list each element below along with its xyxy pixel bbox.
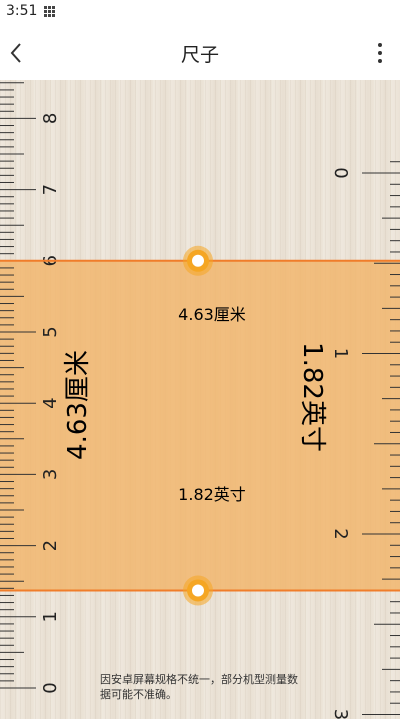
cm-tick-label: 5 <box>40 326 61 337</box>
inch-measure-label: 1.82英寸 <box>178 485 246 504</box>
cm-tick-label: 3 <box>40 469 61 480</box>
ruler-svg[interactable]: 012345678 0123 4.63厘米 1.82英寸 4.63厘米 1.82… <box>0 80 400 719</box>
bottom-drag-handle[interactable] <box>183 575 213 606</box>
inch-tick-label: 2 <box>330 528 351 539</box>
cm-tick-label: 0 <box>40 682 61 693</box>
cm-vertical-label: 4.63厘米 <box>63 350 93 460</box>
cm-tick-label: 1 <box>40 611 61 622</box>
status-time: 3:51 <box>6 3 38 19</box>
grid-icon <box>44 6 56 18</box>
cm-measure-label: 4.63厘米 <box>178 305 246 324</box>
cm-tick-label: 7 <box>40 184 61 195</box>
cm-tick-label: 2 <box>40 540 61 551</box>
top-drag-handle[interactable] <box>183 245 213 276</box>
app-bar: 尺子 <box>0 26 400 80</box>
page-title: 尺子 <box>180 44 219 66</box>
inch-tick-label: 0 <box>330 167 351 178</box>
ruler-canvas[interactable]: 012345678 0123 4.63厘米 1.82英寸 4.63厘米 1.82… <box>0 80 400 719</box>
inch-vertical-label: 1.82英寸 <box>297 342 327 452</box>
cm-tick-label: 4 <box>40 397 61 408</box>
more-menu-button[interactable] <box>368 38 392 68</box>
status-bar: 3:51 <box>0 0 400 26</box>
disclaimer-text: 因安卓屏幕规格不统一，部分机型测量数据可能不准确。 <box>100 673 298 701</box>
inch-tick-label: 1 <box>330 348 351 359</box>
inch-tick-label: 3 <box>330 709 351 719</box>
cm-tick-label: 8 <box>40 113 61 124</box>
